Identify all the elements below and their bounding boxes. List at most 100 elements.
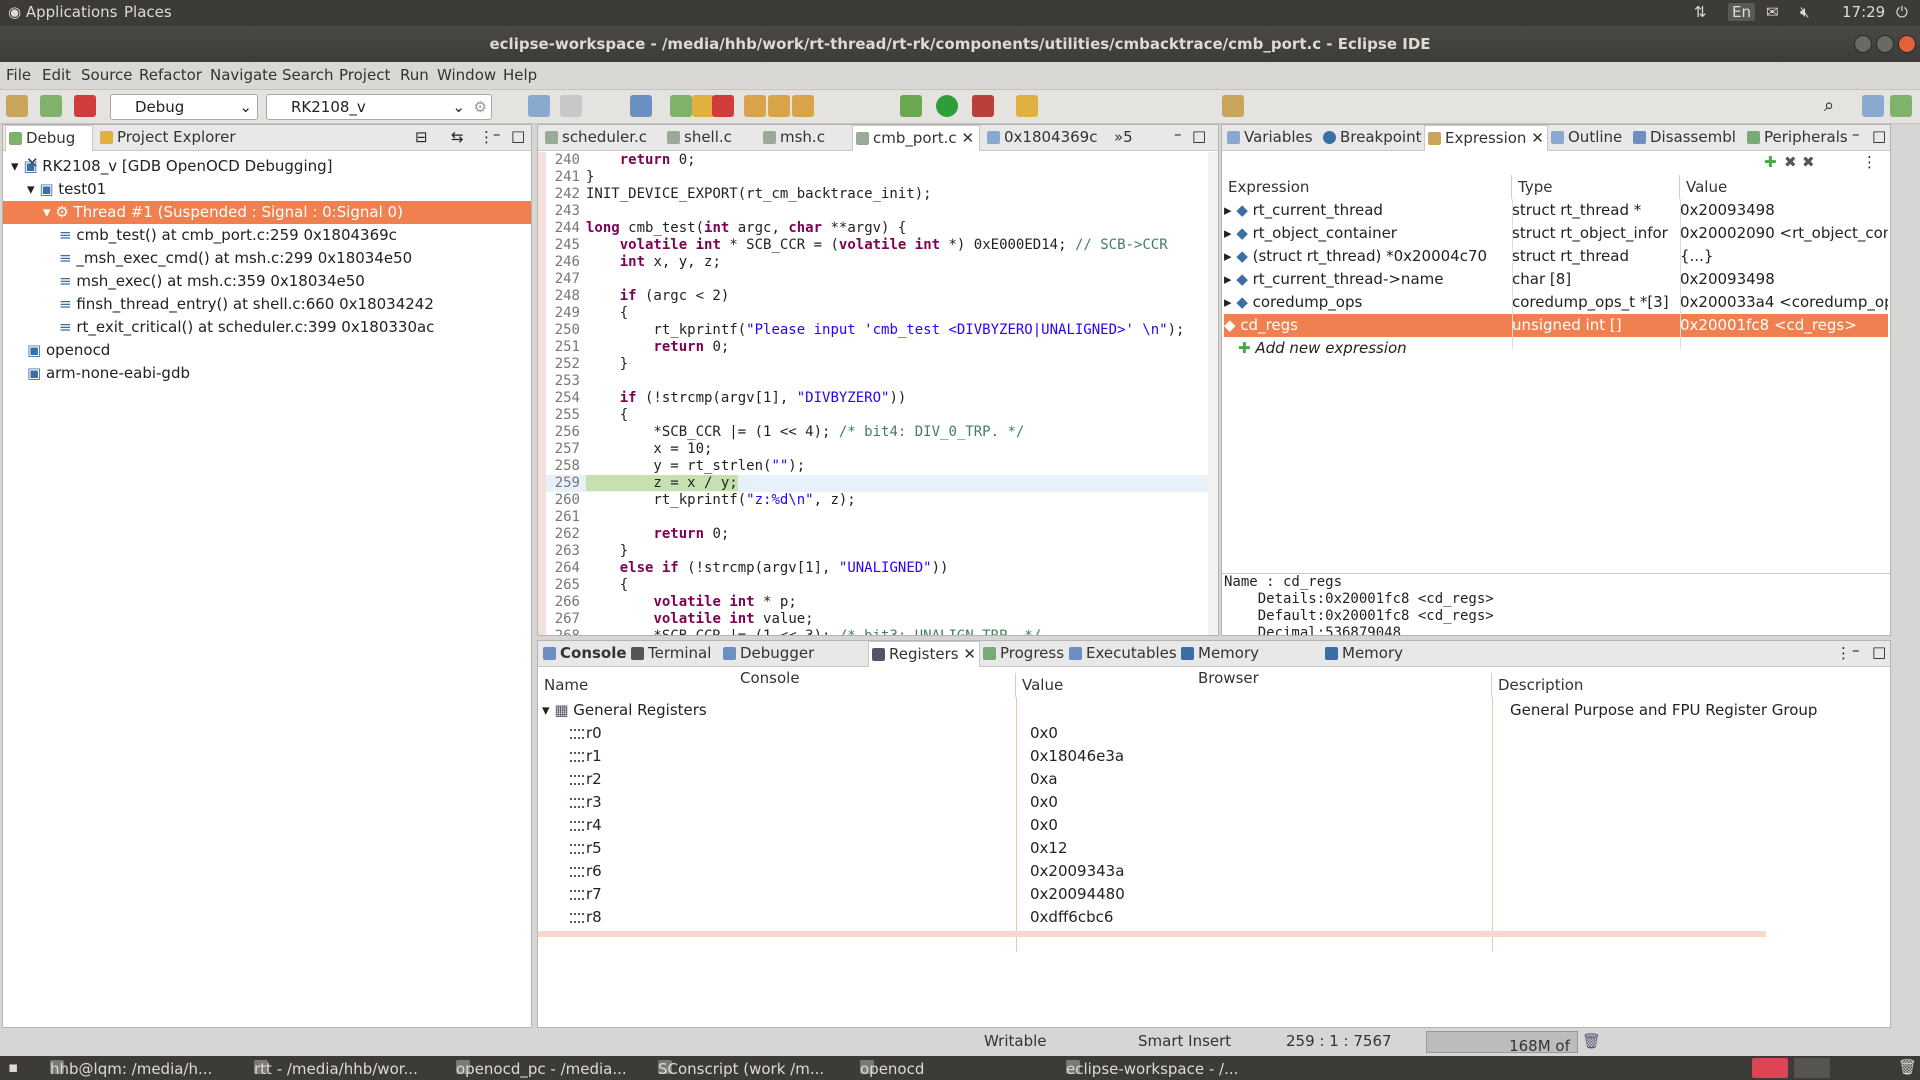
tab-scheduler-c[interactable]: scheduler.c	[542, 125, 660, 151]
register-value[interactable]: 0x0	[1030, 814, 1058, 837]
register-group-row[interactable]: ▾ ▦ General Registers General Purpose an…	[542, 699, 1882, 722]
code-line[interactable]: 268 *SCB_CCR |= (1 << 3); /* bit3: UNALI…	[546, 628, 1208, 635]
external-tools-icon[interactable]	[972, 95, 994, 117]
maximize-button[interactable]	[1876, 35, 1894, 53]
minimize-view-icon[interactable]: –	[493, 125, 501, 143]
close-button[interactable]	[1898, 35, 1916, 53]
code-line[interactable]: 251 return 0;	[546, 339, 1208, 356]
tab-expressions[interactable]: Expression ✕	[1424, 125, 1548, 151]
tab-disassembly[interactable]: Disassembl	[1630, 125, 1742, 151]
tab-overflow[interactable]: »5	[1106, 125, 1146, 151]
menu-search[interactable]: Search	[282, 66, 334, 84]
menu-source[interactable]: Source	[81, 66, 133, 84]
debug-tree-item[interactable]: ▣ openocd	[3, 339, 531, 362]
maximize-view-icon[interactable]: □	[511, 127, 525, 145]
tab-outline[interactable]: Outline	[1548, 125, 1628, 151]
code-line[interactable]: 262 return 0;	[546, 526, 1208, 543]
code-line[interactable]: 266 volatile int * p;	[546, 594, 1208, 611]
code-line[interactable]: 252 }	[546, 356, 1208, 373]
minimize-view-icon[interactable]: –	[1852, 125, 1860, 143]
expand-arrow-icon[interactable]: ▸	[1224, 201, 1236, 219]
code-line[interactable]: 240 return 0;	[546, 152, 1208, 169]
menu-run[interactable]: Run	[400, 66, 429, 84]
tab-peripherals[interactable]: Peripherals	[1744, 125, 1854, 151]
tab-debug[interactable]: Debug ✕	[5, 125, 93, 172]
mail-icon[interactable]: ✉	[1766, 3, 1779, 21]
debug-tree-item[interactable]: ≡ rt_exit_critical() at scheduler.c:399 …	[3, 316, 531, 339]
navigate-back-icon[interactable]	[1222, 95, 1244, 117]
heap-status[interactable]: 168M of 256M	[1426, 1031, 1578, 1075]
perspective-select[interactable]: Debug ⌄	[110, 94, 258, 120]
suspend-icon[interactable]	[692, 95, 714, 117]
expression-row[interactable]: ◆ cd_regs unsigned int [] 0x20001fc8 <cd_r…	[1224, 314, 1888, 337]
register-value[interactable]: 0x0	[1030, 791, 1058, 814]
debug-perspective-icon[interactable]	[1890, 95, 1912, 117]
resume-icon[interactable]	[670, 95, 692, 117]
code-line[interactable]: 258 y = rt_strlen("");	[546, 458, 1208, 475]
close-icon[interactable]: ✕	[963, 645, 976, 663]
code-line[interactable]: 253	[546, 373, 1208, 390]
code-line[interactable]: 241}	[546, 169, 1208, 186]
expression-row[interactable]: ▸ ◆ rt_object_container struct rt_object_…	[1224, 222, 1888, 245]
expression-row[interactable]: ▸ ◆ rt_current_thread struct rt_thread * 0…	[1224, 199, 1888, 222]
step-return-icon[interactable]	[792, 95, 814, 117]
code-line[interactable]: 249 {	[546, 305, 1208, 322]
code-line[interactable]: 246 int x, y, z;	[546, 254, 1208, 271]
search-icon[interactable]: ⌕	[1824, 95, 1846, 117]
column-value[interactable]: Value	[1680, 175, 1890, 199]
tab-progress[interactable]: Progress	[980, 641, 1066, 667]
code-line[interactable]: 247	[546, 271, 1208, 288]
register-value[interactable]: 0xdff6cbc6	[1030, 906, 1113, 929]
tab-variables[interactable]: Variables	[1224, 125, 1320, 151]
terminal-icon[interactable]	[630, 95, 652, 117]
register-row[interactable]: r0 0x0	[570, 722, 1870, 745]
expression-row[interactable]: ▸ ◆ rt_current_thread->name char [8] 0x200…	[1224, 268, 1888, 291]
tab-terminal[interactable]: Terminal	[628, 641, 720, 667]
tab-project-explorer[interactable]: Project Explorer	[97, 125, 247, 151]
tab-disassembly-address[interactable]: 0x1804369c	[984, 125, 1102, 151]
code-line[interactable]: 263 }	[546, 543, 1208, 560]
code-line[interactable]: 260 rt_kprintf("z:%d\n", z);	[546, 492, 1208, 509]
maximize-view-icon[interactable]: □	[1872, 127, 1886, 145]
garbage-collect-icon[interactable]: 🗑︎	[1582, 1032, 1601, 1050]
tab-shell-c[interactable]: shell.c	[664, 125, 756, 151]
step-into-icon[interactable]	[744, 95, 766, 117]
register-value[interactable]: 0x18046e3a	[1030, 745, 1124, 768]
minimize-button[interactable]	[1854, 35, 1872, 53]
tab-cmb-port-c[interactable]: cmb_port.c ✕	[852, 125, 980, 151]
step-over-icon[interactable]	[768, 95, 790, 117]
tab-memory[interactable]: Memory	[1322, 641, 1412, 667]
horizontal-scrollbar[interactable]	[538, 931, 1766, 937]
workspace-switcher[interactable]	[1752, 1058, 1788, 1078]
register-row[interactable]: r7 0x20094480	[570, 883, 1870, 906]
tab-msh-c[interactable]: msh.c	[760, 125, 850, 151]
code-line[interactable]: 242 INIT_DEVICE_EXPORT(rt_cm_backtrace_in…	[546, 186, 1208, 203]
menu-project[interactable]: Project	[339, 66, 390, 84]
tab-breakpoints[interactable]: Breakpoint	[1320, 125, 1424, 151]
tab-executables[interactable]: Executables	[1066, 641, 1178, 667]
expand-arrow-icon[interactable]: ▾	[11, 157, 23, 175]
debug-tree-item[interactable]: ▾ ▣ test01	[3, 178, 531, 201]
column-value[interactable]: Value	[1016, 673, 1492, 697]
expression-row[interactable]: ▸ ◆ coredump_ops coredump_ops_t *[3] 0x200…	[1224, 291, 1888, 314]
show-desktop-icon[interactable]: ▪	[8, 1058, 18, 1076]
column-expression[interactable]: Expression	[1222, 175, 1512, 199]
expand-arrow-icon[interactable]: ▾	[542, 701, 550, 719]
register-row[interactable]: r6 0x2009343a	[570, 860, 1870, 883]
remove-all-icon[interactable]: ✖	[1802, 153, 1815, 171]
minimize-view-icon[interactable]: –	[1174, 125, 1182, 143]
column-type[interactable]: Type	[1512, 175, 1680, 199]
register-row[interactable]: r8 0xdff6cbc6	[570, 906, 1870, 929]
gear-icon[interactable]: ⚙	[474, 95, 487, 119]
debug-tree-item[interactable]: ▣ arm-none-eabi-gdb	[3, 362, 531, 385]
perspective-icon[interactable]	[1862, 95, 1884, 117]
register-value[interactable]: 0x20094480	[1030, 883, 1125, 906]
column-description[interactable]: Description	[1492, 673, 1890, 697]
stop-icon[interactable]	[74, 95, 96, 117]
code-line[interactable]: 248 if (argc < 2)	[546, 288, 1208, 305]
menu-edit[interactable]: Edit	[42, 66, 71, 84]
minimize-view-icon[interactable]: –	[1852, 641, 1860, 659]
debug-icon[interactable]	[900, 95, 922, 117]
code-line[interactable]: 243	[546, 203, 1208, 220]
code-line[interactable]: 259 z = x / y;	[546, 475, 1208, 492]
